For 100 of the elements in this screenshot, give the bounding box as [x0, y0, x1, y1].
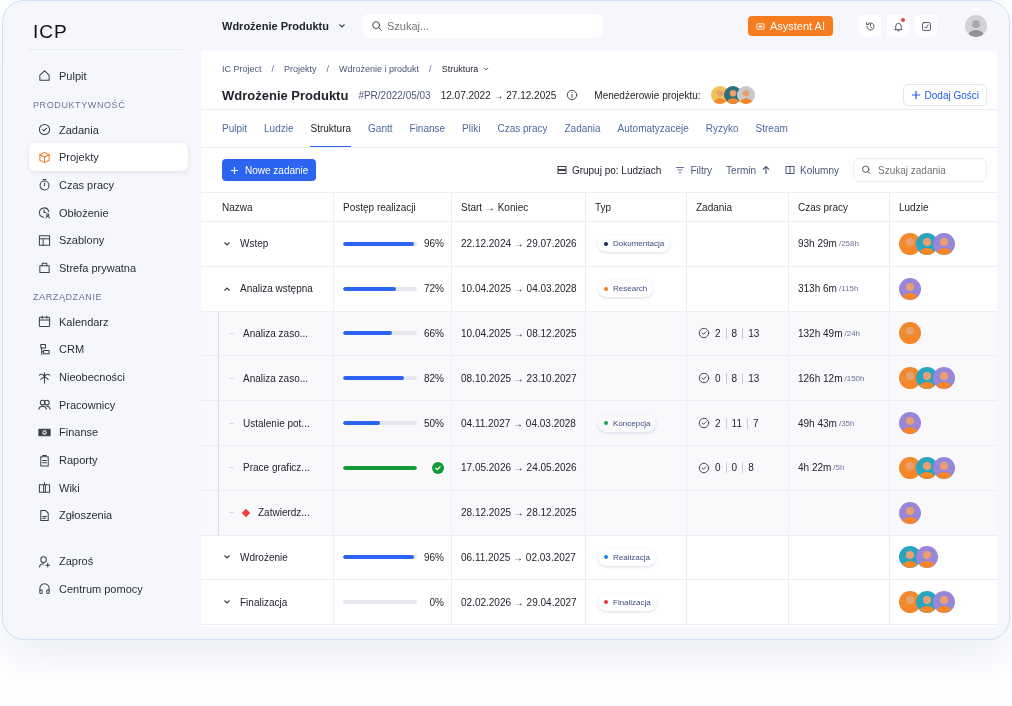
- book-icon: [38, 481, 51, 495]
- milestone-icon: [241, 508, 251, 517]
- task-count: 8: [748, 462, 754, 474]
- tab[interactable]: Zadania: [564, 111, 601, 147]
- tab[interactable]: Ludzie: [264, 111, 294, 147]
- rows-icon: [556, 165, 567, 175]
- sidebar-item[interactable]: Nieobecności: [29, 363, 188, 391]
- breadcrumb-separator: /: [326, 63, 330, 74]
- task-search-field[interactable]: Szukaj zadania: [853, 158, 987, 182]
- headset-icon: [38, 582, 51, 596]
- check-circle-icon: [698, 327, 710, 340]
- tab[interactable]: Stream: [755, 111, 788, 147]
- check-circle-icon: [698, 461, 710, 474]
- task-name[interactable]: Prace graficz...: [243, 462, 310, 474]
- project-title: Wdrożenie Produktu: [222, 87, 349, 103]
- time-budget: /150h: [844, 373, 865, 383]
- user-avatar[interactable]: [965, 15, 987, 37]
- new-task-button[interactable]: Nowe zadanie: [222, 159, 317, 181]
- palm-icon: [38, 370, 51, 384]
- task-name[interactable]: Finalizacja: [240, 596, 288, 608]
- sidebar-item[interactable]: Projekty: [29, 143, 188, 172]
- bag-icon: [38, 261, 51, 275]
- breadcrumb-link[interactable]: Projekty: [284, 63, 317, 74]
- check-icon: [432, 461, 444, 474]
- group-by-button[interactable]: Grupuj po: Ludziach: [556, 164, 662, 176]
- check-circle-icon: [698, 417, 710, 430]
- sidebar-item[interactable]: Obłożenie: [29, 198, 188, 227]
- date-range: 02.02.2026 → 29.04.2027: [461, 596, 577, 608]
- column-header: Nazwa: [201, 192, 334, 222]
- project-selector[interactable]: Wdrożenie Produktu: [222, 20, 347, 32]
- sidebar-item[interactable]: Czas pracy: [29, 171, 188, 199]
- robot-icon: [755, 21, 765, 31]
- task-name[interactable]: Zatwierdz...: [258, 507, 310, 519]
- sidebar-item[interactable]: Finanse: [29, 418, 188, 447]
- calendar-icon: [38, 315, 51, 329]
- date-range: 06.11.2025 → 02.03.2027: [461, 551, 576, 563]
- task-name[interactable]: Ustalenie pot...: [243, 417, 310, 429]
- history-button[interactable]: [859, 15, 881, 37]
- sidebar-item[interactable]: Szablony: [29, 226, 188, 255]
- tag-label: Finalizacja: [613, 597, 651, 607]
- columns-icon: [785, 165, 796, 175]
- tab[interactable]: Czas pracy: [497, 111, 548, 147]
- tab[interactable]: Pliki: [462, 111, 481, 147]
- time-budget: /24h: [844, 329, 861, 338]
- tab[interactable]: Pulpit: [222, 111, 247, 147]
- check-circle-icon: [38, 123, 51, 137]
- filter-button[interactable]: Filtry: [675, 164, 713, 176]
- sidebar-item[interactable]: Pracownicy: [29, 390, 188, 419]
- add-guests-button[interactable]: Dodaj Gości: [902, 84, 987, 106]
- date-range: 04.11.2027 → 04.03.2028: [461, 417, 576, 429]
- sidebar-item[interactable]: Wiki: [29, 473, 188, 502]
- sidebar-item[interactable]: Kalendarz: [29, 307, 188, 336]
- column-header: Start → Koniec: [452, 192, 586, 222]
- sidebar-item[interactable]: Zadania: [29, 115, 188, 144]
- task-count: 8: [731, 328, 738, 339]
- clock-user-icon: [38, 206, 51, 220]
- filter-icon: [675, 165, 686, 175]
- task-name[interactable]: Analiza wstępna: [240, 283, 313, 295]
- sidebar-item[interactable]: Raporty: [29, 446, 188, 474]
- time-spent: 49h 43m: [798, 417, 837, 429]
- sidebar-item[interactable]: CRM: [29, 335, 188, 364]
- document-icon: [38, 508, 51, 522]
- breadcrumb-current[interactable]: Struktura: [441, 63, 491, 74]
- time-budget: /5h: [833, 463, 845, 473]
- task-count: 7: [752, 417, 759, 429]
- task-count: 2: [715, 417, 721, 429]
- sort-button[interactable]: Termin: [726, 164, 772, 176]
- date-range: 10.04.2025 → 04.03.2028: [461, 283, 577, 295]
- breadcrumb-separator: /: [429, 63, 432, 74]
- sidebar-item[interactable]: Pulpit: [29, 62, 188, 90]
- sidebar-item[interactable]: Zaproś: [29, 547, 188, 575]
- task-name[interactable]: Analiza zaso...: [243, 372, 309, 384]
- columns-button[interactable]: Kolumny: [785, 164, 839, 176]
- history-icon: [864, 20, 876, 32]
- task-name[interactable]: Analiza zaso...: [243, 328, 309, 339]
- time-spent: 93h 29m: [798, 238, 837, 250]
- layout-icon: [38, 233, 51, 247]
- bell-icon: [892, 20, 904, 32]
- tab[interactable]: Automatyzaceje: [617, 111, 689, 147]
- progress-percent: 66%: [424, 328, 445, 339]
- task-name[interactable]: Wdrożenie: [240, 551, 288, 563]
- tab[interactable]: Ryzyko: [705, 111, 739, 147]
- tab[interactable]: Gantt: [368, 111, 393, 147]
- sidebar-item[interactable]: Strefa prywatna: [29, 254, 188, 282]
- sidebar-item[interactable]: Centrum pomocy: [29, 575, 188, 603]
- time-budget: /115h: [838, 284, 859, 294]
- breadcrumb-link[interactable]: Wdrożenie i produkt: [339, 63, 420, 74]
- search-field[interactable]: Szukaj...: [362, 14, 603, 38]
- managers-label: Menedżerowie projektu:: [594, 89, 701, 101]
- notifications-button[interactable]: [887, 15, 909, 37]
- task-name[interactable]: Wstep: [240, 238, 269, 250]
- task-count: 8: [731, 372, 738, 384]
- arrow-up-icon: [761, 165, 772, 175]
- breadcrumb-link[interactable]: IC Project: [222, 63, 262, 74]
- stopwatch-icon: [38, 178, 51, 192]
- sidebar-item[interactable]: Zgłoszenia: [29, 501, 188, 530]
- task-count: 13: [748, 372, 760, 384]
- progress-percent: 96%: [424, 551, 445, 563]
- tasks-button[interactable]: [915, 15, 937, 37]
- tab[interactable]: Finanse: [409, 111, 446, 147]
